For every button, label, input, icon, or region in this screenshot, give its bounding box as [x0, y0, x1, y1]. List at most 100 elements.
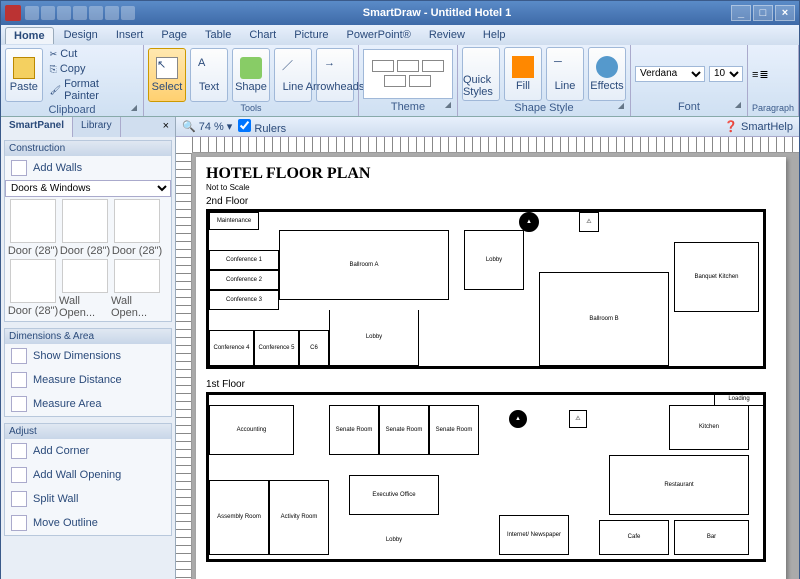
- shape-wall-opening[interactable]: Wall Open...: [111, 259, 163, 319]
- qat-icon[interactable]: [105, 6, 119, 20]
- tab-home[interactable]: Home: [5, 27, 54, 44]
- qat-icon[interactable]: [73, 6, 87, 20]
- format-painter-button[interactable]: 🖌 Format Painter: [47, 77, 139, 103]
- tab-insert[interactable]: Insert: [108, 27, 152, 43]
- qat-icon[interactable]: [57, 6, 71, 20]
- room[interactable]: Conference 3: [209, 290, 279, 310]
- qat-icon[interactable]: [121, 6, 135, 20]
- room[interactable]: Ballroom B: [539, 272, 669, 366]
- line-button[interactable]: ／Line: [274, 48, 312, 102]
- tab-powerpoint[interactable]: PowerPoint®: [338, 27, 418, 43]
- tab-review[interactable]: Review: [421, 27, 473, 43]
- tab-library[interactable]: Library: [73, 117, 121, 137]
- room[interactable]: Conference 4: [209, 330, 254, 366]
- room[interactable]: Banquet Kitchen: [674, 242, 759, 312]
- exit-icon[interactable]: ⚠: [569, 410, 587, 428]
- line-style-button[interactable]: ─Line: [546, 47, 584, 101]
- room[interactable]: Accounting: [209, 405, 294, 455]
- room[interactable]: Senate Room: [379, 405, 429, 455]
- shape-icon: [240, 57, 262, 79]
- room[interactable]: Cafe: [599, 520, 669, 555]
- font-size-select[interactable]: 10: [709, 66, 743, 82]
- tab-page[interactable]: Page: [153, 27, 195, 43]
- room[interactable]: Maintenance: [209, 212, 259, 230]
- shape-button[interactable]: Shape: [232, 48, 270, 102]
- copy-button[interactable]: ⎘ Copy: [47, 62, 139, 76]
- doors-windows-select[interactable]: Doors & Windows: [5, 180, 171, 197]
- ruler-vertical[interactable]: [176, 153, 192, 579]
- room[interactable]: C6: [299, 330, 329, 366]
- room[interactable]: Conference 1: [209, 250, 279, 270]
- tab-table[interactable]: Table: [197, 27, 239, 43]
- effects-button[interactable]: Effects: [588, 47, 626, 101]
- bullets-icon[interactable]: ≡: [752, 69, 758, 81]
- measure-area-button[interactable]: Measure Area: [5, 392, 171, 416]
- room[interactable]: Lobby: [359, 525, 429, 555]
- room[interactable]: Activity Room: [269, 480, 329, 555]
- maximize-button[interactable]: □: [753, 5, 773, 21]
- exit-icon[interactable]: ⚠: [579, 212, 599, 232]
- arrowheads-button[interactable]: →Arrowheads: [316, 48, 354, 102]
- room[interactable]: Loading: [714, 392, 764, 406]
- tab-picture[interactable]: Picture: [286, 27, 336, 43]
- shape-door[interactable]: Door (28"): [59, 199, 111, 259]
- tab-help[interactable]: Help: [475, 27, 514, 43]
- tab-chart[interactable]: Chart: [241, 27, 284, 43]
- room[interactable]: Kitchen: [669, 405, 749, 450]
- close-button[interactable]: ×: [775, 5, 795, 21]
- room[interactable]: Senate Room: [429, 405, 479, 455]
- floor2-plan[interactable]: Maintenance Conference 1 Conference 2 Co…: [206, 209, 766, 369]
- tab-smartpanel[interactable]: SmartPanel: [1, 117, 73, 137]
- close-panel-button[interactable]: ×: [157, 117, 175, 137]
- shape-wall-opening[interactable]: Wall Open...: [59, 259, 111, 319]
- zoom-dropdown-icon[interactable]: ▾: [227, 120, 233, 133]
- zoom-icon[interactable]: 🔍: [182, 120, 196, 133]
- theme-gallery[interactable]: [363, 49, 453, 99]
- canvas-viewport[interactable]: HOTEL FLOOR PLAN Not to Scale 2nd Floor …: [192, 153, 799, 579]
- room[interactable]: Assembly Room: [209, 480, 269, 555]
- move-outline-button[interactable]: Move Outline: [5, 511, 171, 535]
- room[interactable]: Ballroom A: [279, 230, 449, 300]
- text-button[interactable]: AText: [190, 48, 228, 102]
- dialog-launcher-icon[interactable]: ◢: [131, 103, 137, 112]
- cut-button[interactable]: ✂ Cut: [47, 47, 139, 61]
- add-corner-button[interactable]: Add Corner: [5, 439, 171, 463]
- dialog-launcher-icon[interactable]: ◢: [618, 101, 624, 110]
- room[interactable]: Bar: [674, 520, 749, 555]
- fill-button[interactable]: Fill: [504, 47, 542, 101]
- show-dimensions-button[interactable]: Show Dimensions: [5, 344, 171, 368]
- shape-door[interactable]: Door (28"): [7, 199, 59, 259]
- add-wall-opening-button[interactable]: Add Wall Opening: [5, 463, 171, 487]
- shape-door[interactable]: Door (28"): [111, 199, 163, 259]
- room[interactable]: Restaurant: [609, 455, 749, 515]
- room[interactable]: Internet/ Newspaper: [499, 515, 569, 555]
- qat-icon[interactable]: [41, 6, 55, 20]
- room[interactable]: Conference 5: [254, 330, 299, 366]
- tab-design[interactable]: Design: [56, 27, 106, 43]
- shape-door[interactable]: Door (28"): [7, 259, 59, 319]
- quick-styles-button[interactable]: Quick Styles: [462, 47, 500, 101]
- font-family-select[interactable]: Verdana: [635, 66, 705, 82]
- dialog-launcher-icon[interactable]: ◢: [735, 100, 741, 109]
- add-walls-button[interactable]: Add Walls: [5, 156, 171, 180]
- elevator-icon[interactable]: ▲: [519, 212, 539, 232]
- qat-icon[interactable]: [25, 6, 39, 20]
- room[interactable]: Senate Room: [329, 405, 379, 455]
- select-button[interactable]: ↖Select: [148, 48, 186, 102]
- measure-distance-button[interactable]: Measure Distance: [5, 368, 171, 392]
- ruler-horizontal[interactable]: [192, 137, 799, 153]
- smarthelp-button[interactable]: ❓ SmartHelp: [724, 120, 793, 133]
- qat-icon[interactable]: [89, 6, 103, 20]
- room[interactable]: Lobby: [329, 310, 419, 366]
- room[interactable]: Conference 2: [209, 270, 279, 290]
- room[interactable]: Executive Office: [349, 475, 439, 515]
- paste-button[interactable]: Paste: [5, 48, 43, 102]
- align-icon[interactable]: ≣: [759, 68, 768, 81]
- rulers-toggle[interactable]: Rulers: [238, 119, 286, 135]
- elevator-icon[interactable]: ▲: [509, 410, 527, 428]
- dialog-launcher-icon[interactable]: ◢: [445, 100, 451, 109]
- room[interactable]: Lobby: [464, 230, 524, 290]
- minimize-button[interactable]: _: [731, 5, 751, 21]
- split-wall-button[interactable]: Split Wall: [5, 487, 171, 511]
- floor1-plan[interactable]: Accounting Assembly Room Activity Room S…: [206, 392, 766, 562]
